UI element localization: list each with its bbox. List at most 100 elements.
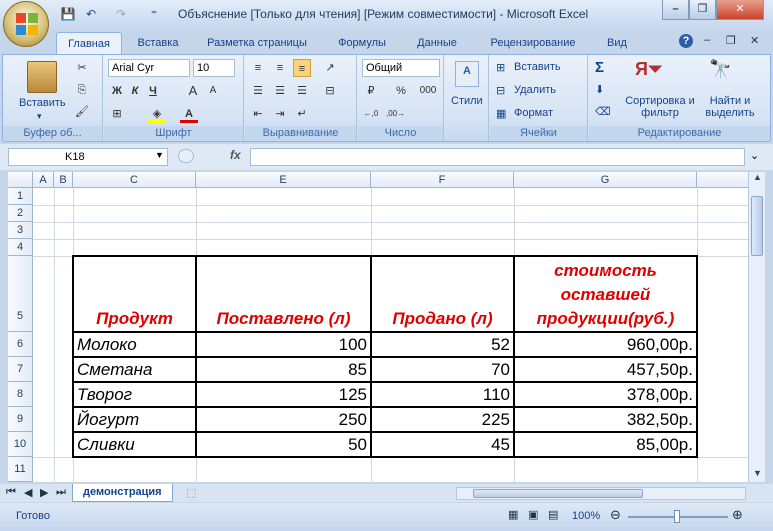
next-sheet-icon[interactable]: ▶ (40, 486, 48, 499)
format-cells-button[interactable]: Формат (514, 107, 553, 119)
table-header-sold[interactable]: Продано (л) (372, 257, 515, 333)
number-format-select[interactable]: Общий (362, 59, 440, 77)
paste-button[interactable]: Вставить (19, 97, 66, 109)
horizontal-scrollbar[interactable] (456, 487, 746, 500)
row-header-10[interactable]: 10 (8, 432, 33, 457)
page-layout-view-icon[interactable]: ▣ (528, 508, 538, 521)
select-all-corner[interactable] (8, 172, 33, 188)
vertical-scroll-thumb[interactable] (751, 196, 763, 256)
percent-button[interactable]: % (392, 82, 410, 100)
table-cell-sold[interactable]: 52 (372, 333, 515, 358)
tab-insert[interactable]: Вставка (128, 32, 188, 54)
align-middle-icon[interactable]: ≡ (271, 59, 289, 77)
office-button[interactable] (3, 1, 49, 47)
align-top-icon[interactable]: ≡ (249, 59, 267, 77)
fill-color-icon[interactable]: ◈ (148, 105, 166, 123)
autosum-button[interactable]: Σ (595, 59, 604, 76)
column-header-g[interactable]: G (514, 172, 697, 188)
table-cell-supplied[interactable]: 85 (197, 358, 372, 383)
expand-formula-bar-icon[interactable]: ⌄ (750, 149, 759, 162)
paste-dropdown-icon[interactable]: ▾ (37, 111, 42, 122)
worksheet-grid[interactable]: A B C E F G 1 2 3 4 5 6 7 8 9 10 11 Прод… (8, 172, 748, 482)
table-cell-cost[interactable]: 960,00р. (515, 333, 698, 358)
column-header-a[interactable]: A (33, 172, 54, 188)
insert-sheet-icon[interactable]: ⬚ (186, 486, 196, 499)
scroll-down-icon[interactable]: ▼ (753, 468, 762, 478)
tab-home[interactable]: Главная (56, 32, 122, 54)
table-cell-product[interactable]: Сливки (74, 433, 197, 458)
formula-input[interactable] (250, 148, 745, 166)
zoom-in-icon[interactable]: ⊕ (732, 507, 743, 523)
cut-icon[interactable]: ✂ (73, 59, 91, 77)
tab-formulas[interactable]: Формулы (330, 32, 394, 54)
row-header-5[interactable]: 5 (8, 256, 33, 332)
underline-button[interactable]: Ч (144, 82, 162, 100)
column-header-c[interactable]: C (73, 172, 196, 188)
sort-filter-button[interactable]: Сортировка и фильтр (625, 95, 695, 119)
page-break-view-icon[interactable]: ▤ (548, 508, 558, 521)
table-cell-supplied[interactable]: 250 (197, 408, 372, 433)
orientation-icon[interactable]: ↗ (321, 59, 339, 77)
zoom-level[interactable]: 100% (572, 510, 600, 522)
minimize-button[interactable]: – (662, 0, 689, 20)
first-sheet-icon[interactable]: ⏮ (6, 486, 16, 499)
row-header-6[interactable]: 6 (8, 332, 33, 357)
normal-view-icon[interactable]: ▦ (508, 508, 518, 521)
insert-cells-button[interactable]: Вставить (514, 61, 561, 73)
row-header-8[interactable]: 8 (8, 382, 33, 407)
find-select-button[interactable]: Найти и выделить (697, 95, 763, 119)
row-header-7[interactable]: 7 (8, 357, 33, 382)
zoom-slider-handle[interactable] (674, 510, 680, 523)
delete-cells-icon[interactable]: ⊟ (496, 84, 505, 97)
table-cell-product[interactable]: Сметана (74, 358, 197, 383)
zoom-out-icon[interactable]: ⊖ (610, 507, 621, 523)
help-icon[interactable]: ? (679, 34, 693, 48)
table-cell-sold[interactable]: 45 (372, 433, 515, 458)
ribbon-restore-icon[interactable]: ❐ (726, 34, 736, 47)
decrease-decimal-icon[interactable]: ,00→ (386, 105, 405, 123)
italic-button[interactable]: К (126, 82, 144, 100)
table-cell-cost[interactable]: 378,00р. (515, 383, 698, 408)
redo-icon[interactable]: ↷ (112, 7, 130, 23)
font-name-select[interactable]: Arial Cyr (108, 59, 190, 77)
column-header-e[interactable]: E (196, 172, 371, 188)
table-cell-supplied[interactable]: 125 (197, 383, 372, 408)
row-header-4[interactable]: 4 (8, 239, 33, 256)
table-cell-supplied[interactable]: 100 (197, 333, 372, 358)
align-center-icon[interactable]: ☰ (271, 82, 289, 100)
insert-cells-icon[interactable]: ⊞ (496, 61, 505, 74)
grow-font-button[interactable]: A (184, 82, 202, 100)
align-right-icon[interactable]: ☰ (293, 82, 311, 100)
close-button[interactable]: ✕ (716, 0, 764, 20)
prev-sheet-icon[interactable]: ◀ (24, 486, 32, 499)
copy-icon[interactable]: ⎘ (73, 81, 91, 99)
format-painter-icon[interactable]: 🖌 (73, 103, 91, 121)
ribbon-close-icon[interactable]: ✕ (750, 34, 759, 47)
customize-qat-icon[interactable]: ⁼ (148, 7, 160, 23)
find-select-icon[interactable]: 🔭 (709, 59, 731, 80)
scroll-up-icon[interactable]: ▲ (753, 172, 762, 182)
styles-icon[interactable]: A (455, 61, 479, 87)
column-header-b[interactable]: B (54, 172, 73, 188)
table-cell-cost[interactable]: 85,00р. (515, 433, 698, 458)
thousands-button[interactable]: 000 (416, 82, 440, 100)
tab-view[interactable]: Вид (596, 32, 638, 54)
format-cells-icon[interactable]: ▦ (496, 107, 506, 120)
restore-button[interactable]: ❐ (689, 0, 716, 20)
table-header-supplied[interactable]: Поставлено (л) (197, 257, 372, 333)
row-header-3[interactable]: 3 (8, 222, 33, 239)
name-box-dropdown-icon[interactable]: ▼ (155, 150, 164, 160)
table-header-product[interactable]: Продукт (74, 257, 197, 333)
table-cell-cost[interactable]: 457,50р. (515, 358, 698, 383)
font-color-button[interactable]: A (180, 105, 198, 123)
fill-icon[interactable]: ⬇ (595, 83, 604, 96)
undo-icon[interactable]: ↶ (82, 7, 100, 23)
table-header-remaining-cost[interactable]: стоимость оставшей продукции(руб.) (515, 257, 698, 333)
align-bottom-icon[interactable]: ≡ (293, 59, 311, 77)
horizontal-scroll-thumb[interactable] (473, 489, 643, 498)
bold-button[interactable]: Ж (108, 82, 126, 100)
decrease-indent-icon[interactable]: ⇤ (249, 105, 267, 123)
currency-icon[interactable]: ₽ (362, 82, 380, 100)
merge-cells-icon[interactable]: ⊟ (321, 82, 339, 100)
row-header-2[interactable]: 2 (8, 205, 33, 222)
